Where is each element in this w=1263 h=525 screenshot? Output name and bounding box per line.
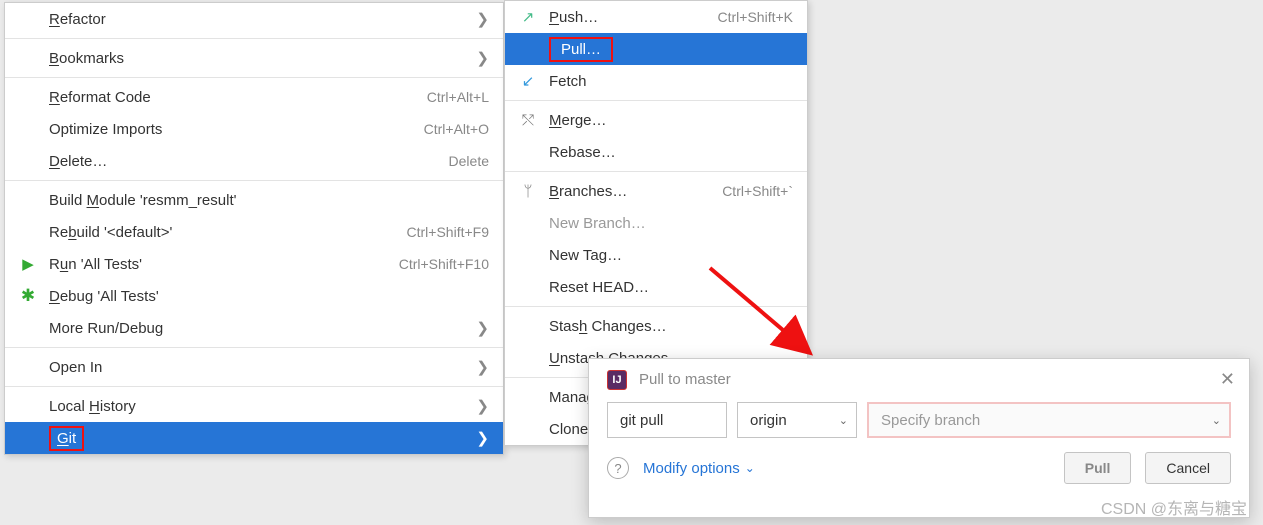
chevron-right-icon: ❯ <box>476 319 489 337</box>
menu-item-more-run-debug[interactable]: More Run/Debug❯ <box>5 312 503 344</box>
modify-options-link[interactable]: Modify options⌄ <box>643 460 755 477</box>
git-command-select[interactable]: git pull <box>607 402 727 438</box>
help-icon[interactable]: ? <box>607 457 629 479</box>
close-icon[interactable]: ✕ <box>1220 369 1235 390</box>
shortcut-label: Ctrl+Shift+K <box>718 9 793 25</box>
menu-item-run[interactable]: ▶Run 'All Tests'Ctrl+Shift+F10 <box>5 248 503 280</box>
chevron-down-icon: ⌄ <box>1212 414 1221 427</box>
separator <box>505 171 807 172</box>
menu-item-stash[interactable]: Stash Changes… <box>505 310 807 342</box>
menu-item-refactor[interactable]: Refactor❯ <box>5 3 503 35</box>
chevron-right-icon: ❯ <box>476 358 489 376</box>
push-icon: ↗ <box>519 8 537 26</box>
chevron-down-icon: ⌄ <box>839 414 848 427</box>
shortcut-label: Ctrl+Shift+F9 <box>407 224 489 240</box>
menu-item-push[interactable]: ↗Push…Ctrl+Shift+K <box>505 1 807 33</box>
separator <box>505 306 807 307</box>
menu-item-open-in[interactable]: Open In❯ <box>5 351 503 383</box>
separator <box>5 180 503 181</box>
separator <box>5 77 503 78</box>
separator <box>505 100 807 101</box>
menu-item-rebuild[interactable]: Rebuild '<default>'Ctrl+Shift+F9 <box>5 216 503 248</box>
chevron-right-icon: ❯ <box>476 49 489 67</box>
context-menu-main: Refactor❯ Bookmarks❯ Reformat CodeCtrl+A… <box>4 2 504 455</box>
menu-item-rebase[interactable]: Rebase… <box>505 136 807 168</box>
menu-item-delete[interactable]: Delete…Delete <box>5 145 503 177</box>
chevron-right-icon: ❯ <box>476 429 489 447</box>
menu-item-fetch[interactable]: ↙Fetch <box>505 65 807 97</box>
shortcut-label: Ctrl+Alt+O <box>424 121 489 137</box>
menu-item-reformat-code[interactable]: Reformat CodeCtrl+Alt+L <box>5 81 503 113</box>
dialog-header: IJ Pull to master ✕ <box>589 359 1249 396</box>
menu-item-git[interactable]: Git❯ <box>5 422 503 454</box>
menu-item-bookmarks[interactable]: Bookmarks❯ <box>5 42 503 74</box>
menu-item-pull[interactable]: Pull… <box>505 33 807 65</box>
separator <box>5 386 503 387</box>
merge-icon: ⤲ <box>519 112 537 129</box>
menu-item-new-branch[interactable]: New Branch… <box>505 207 807 239</box>
menu-item-local-history[interactable]: Local History❯ <box>5 390 503 422</box>
branch-input[interactable]: Specify branch⌄ <box>867 402 1231 438</box>
shortcut-label: Ctrl+Shift+F10 <box>399 256 489 272</box>
pull-dialog: IJ Pull to master ✕ git pull origin⌄ Spe… <box>588 358 1250 518</box>
fetch-icon: ↙ <box>519 72 537 90</box>
menu-item-reset-head[interactable]: Reset HEAD… <box>505 271 807 303</box>
dialog-title: Pull to master <box>639 371 731 388</box>
pull-button[interactable]: Pull <box>1064 452 1132 484</box>
menu-item-debug[interactable]: ✱Debug 'All Tests' <box>5 280 503 312</box>
debug-icon: ✱ <box>19 286 37 306</box>
remote-select[interactable]: origin⌄ <box>737 402 857 438</box>
menu-item-new-tag[interactable]: New Tag… <box>505 239 807 271</box>
watermark-text: CSDN @东离与糖宝 <box>1101 495 1247 519</box>
shortcut-label: Delete <box>449 153 489 169</box>
menu-item-optimize-imports[interactable]: Optimize ImportsCtrl+Alt+O <box>5 113 503 145</box>
chevron-right-icon: ❯ <box>476 397 489 415</box>
branch-icon: ᛘ <box>519 183 537 200</box>
run-icon: ▶ <box>19 255 37 273</box>
shortcut-label: Ctrl+Alt+L <box>427 89 489 105</box>
shortcut-label: Ctrl+Shift+` <box>722 183 793 199</box>
separator <box>5 347 503 348</box>
app-icon: IJ <box>607 370 627 390</box>
chevron-right-icon: ❯ <box>476 10 489 28</box>
menu-item-branches[interactable]: ᛘBranches…Ctrl+Shift+` <box>505 175 807 207</box>
menu-item-merge[interactable]: ⤲Merge… <box>505 104 807 136</box>
menu-item-build-module[interactable]: Build Module 'resmm_result' <box>5 184 503 216</box>
chevron-down-icon: ⌄ <box>745 461 755 475</box>
separator <box>5 38 503 39</box>
cancel-button[interactable]: Cancel <box>1145 452 1231 484</box>
